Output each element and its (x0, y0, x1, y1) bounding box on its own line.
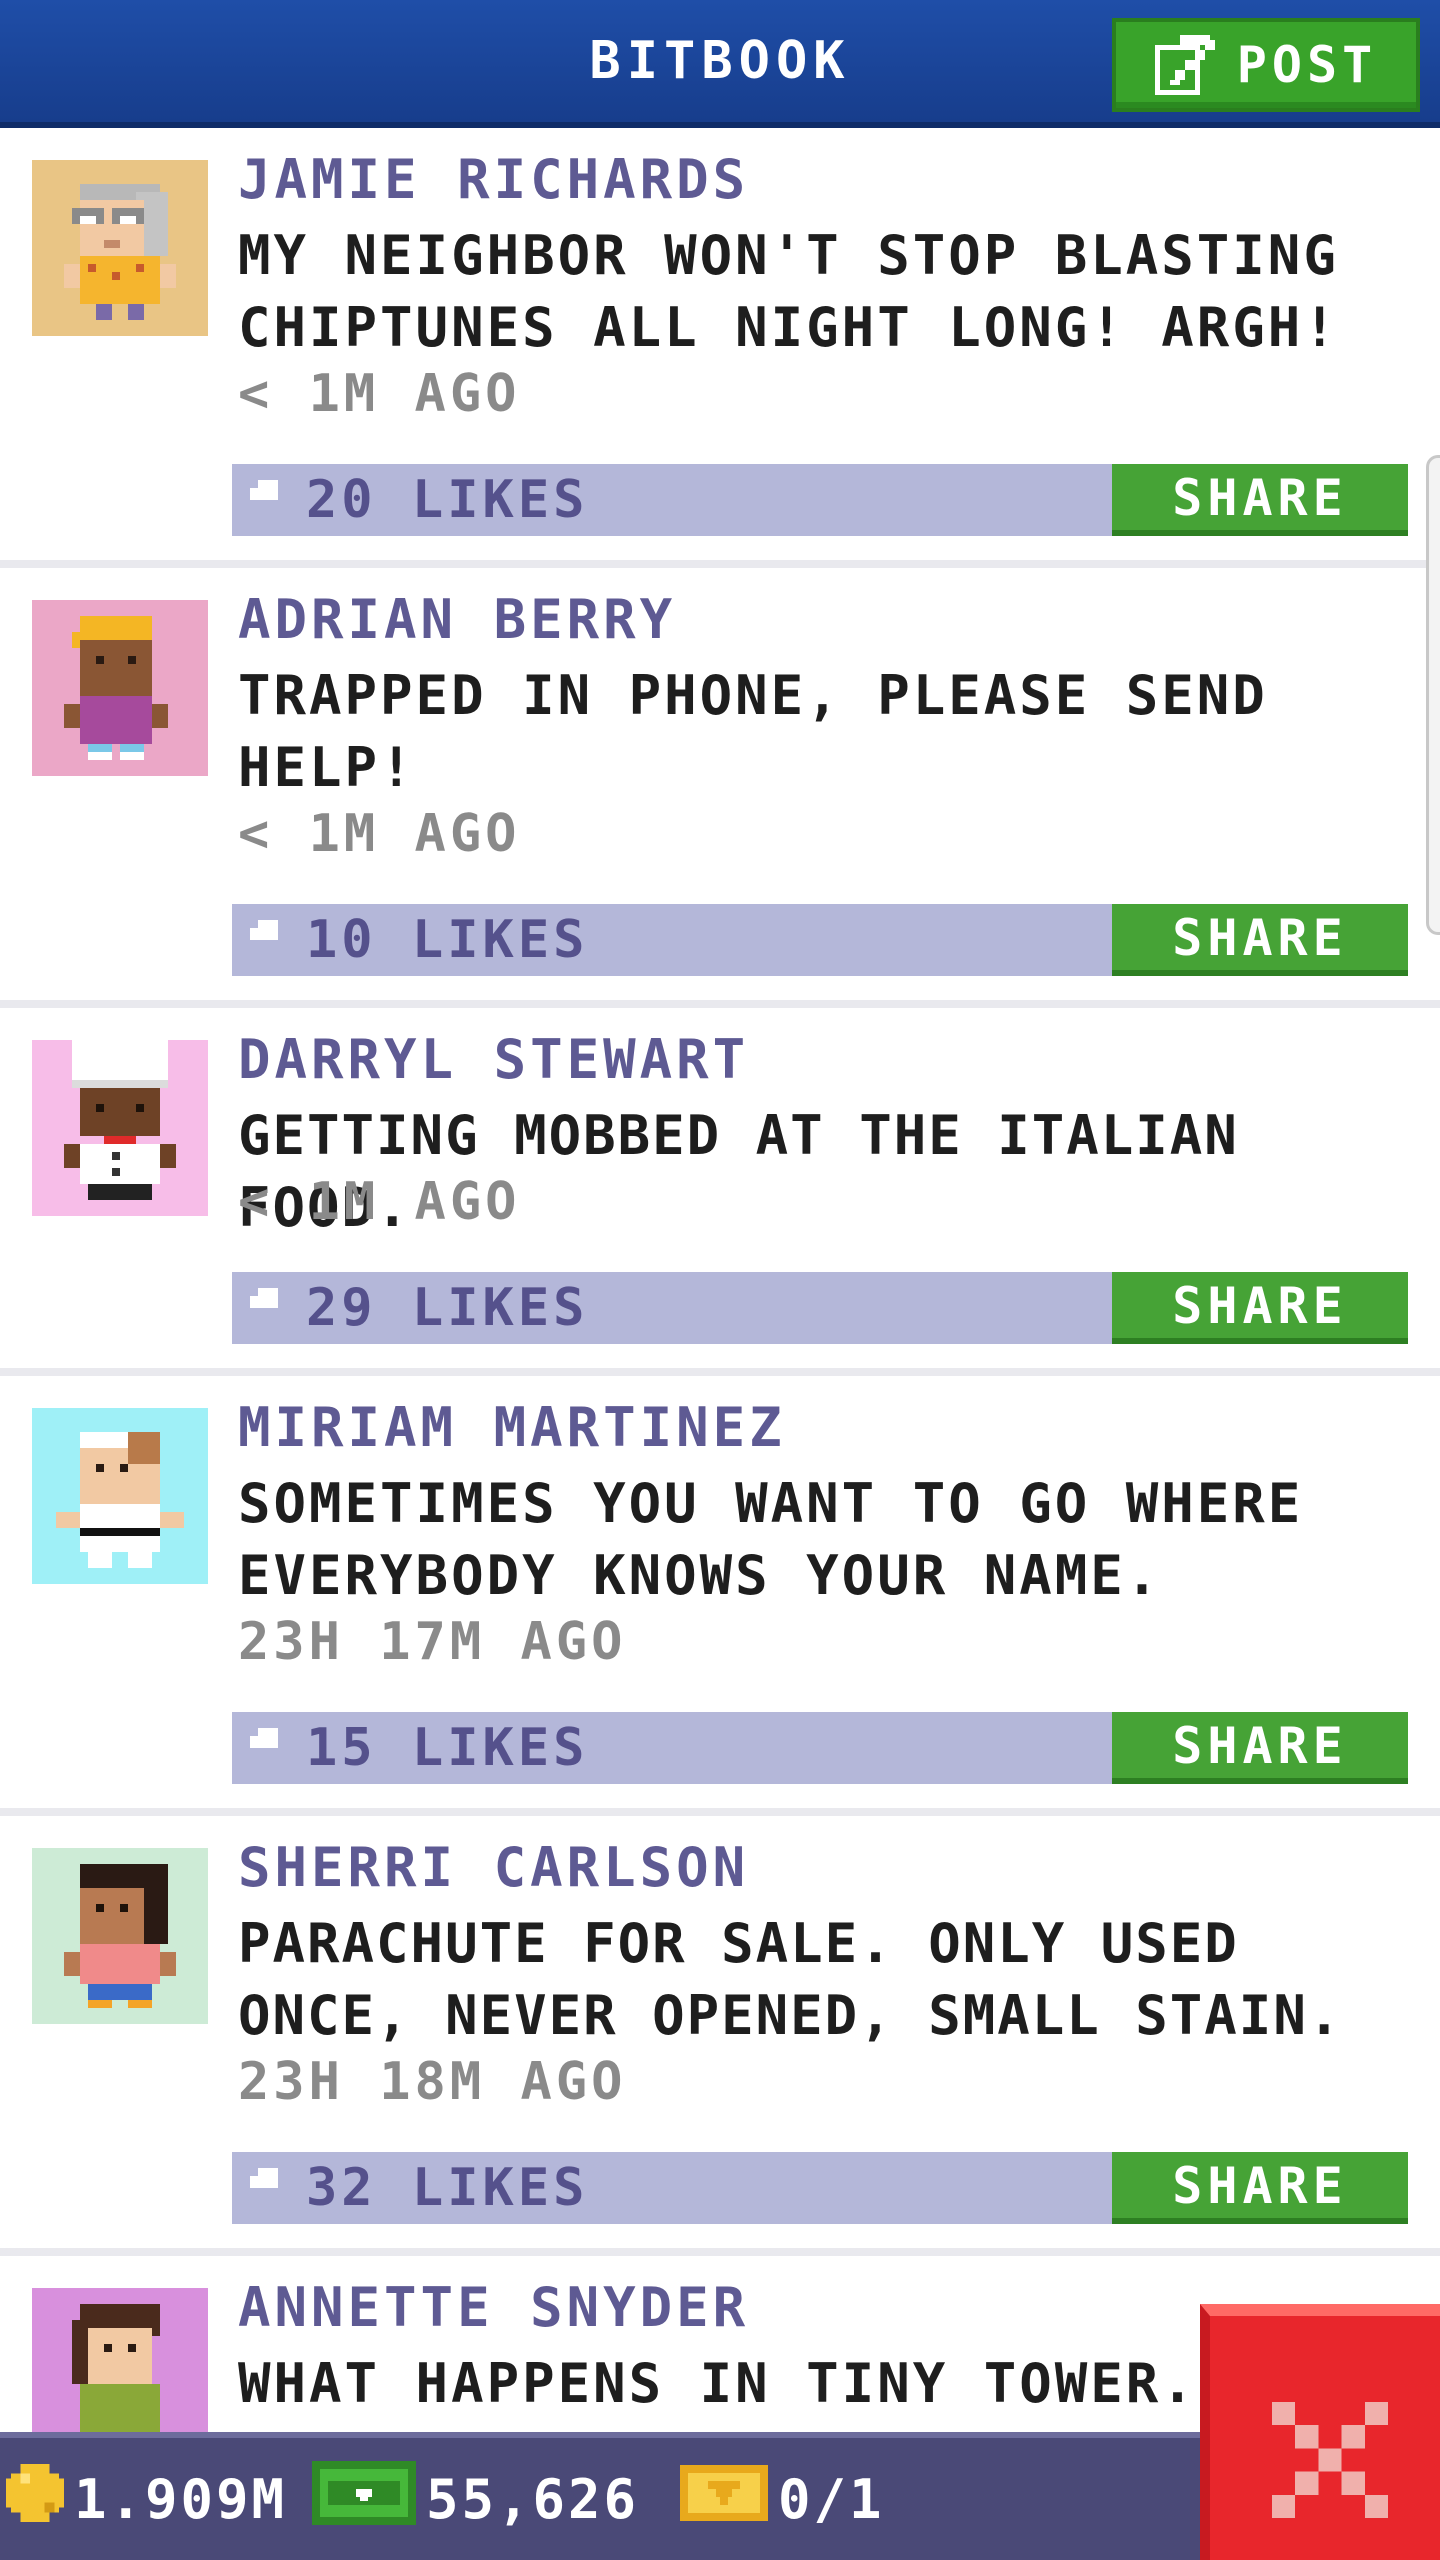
post-author-name: DARRYL STEWART (238, 1028, 750, 1091)
post-timestamp: 23H 18M AGO (238, 2052, 627, 2112)
share-button[interactable]: SHARE (1112, 1272, 1408, 1344)
compose-icon (1154, 35, 1215, 95)
tickets-value: 0/1 (778, 2467, 885, 2531)
post-text: TRAPPED IN PHONE, PLEASE SEND HELP! (238, 664, 1268, 799)
scrollbar[interactable] (1426, 455, 1440, 935)
feed-post: SHERRI CARLSON PARACHUTE FOR SALE. ONLY … (0, 1816, 1440, 2256)
close-icon (1272, 2402, 1388, 2518)
likes-count: 32 LIKES (306, 2158, 589, 2218)
coins-stat: 1.909M (6, 2438, 287, 2560)
feed-post: MIRIAM MARTINEZ SOMETIMES YOU WANT TO GO… (0, 1376, 1440, 1816)
post-author-name: ADRIAN BERRY (238, 588, 677, 651)
post-button[interactable]: POST (1112, 18, 1420, 112)
post-text: SOMETIMES YOU WANT TO GO WHERE EVERYBODY… (238, 1472, 1304, 1607)
post-timestamp: < 1M AGO (238, 804, 521, 864)
post-timestamp: 23H 17M AGO (238, 1612, 627, 1672)
likes-bar: 29 LIKES SHARE (232, 1256, 1408, 1344)
post-timestamp: < 1M AGO (238, 364, 521, 424)
tickets-stat: 0/1 (680, 2438, 885, 2560)
bux-icon (312, 2460, 416, 2538)
thumbs-up-icon[interactable] (246, 2136, 286, 2216)
elderly-woman-avatar-icon[interactable] (32, 160, 208, 336)
post-timestamp: < 1M AGO (238, 1172, 521, 1232)
thumbs-up-icon[interactable] (246, 1696, 286, 1776)
feed-post: DARRYL STEWART GETTING MOBBED AT THE ITA… (0, 1008, 1440, 1376)
post-author-name: ANNETTE SNYDER (238, 2276, 750, 2339)
share-button[interactable]: SHARE (1112, 464, 1408, 536)
likes-bar: 32 LIKES SHARE (232, 2136, 1408, 2224)
thumbs-up-icon[interactable] (246, 888, 286, 968)
post-author-name: JAMIE RICHARDS (238, 148, 750, 211)
likes-count: 15 LIKES (306, 1718, 589, 1778)
share-button[interactable]: SHARE (1112, 2152, 1408, 2224)
likes-count: 10 LIKES (306, 910, 589, 970)
chef-avatar-icon[interactable] (32, 1040, 208, 1216)
likes-count: 20 LIKES (306, 470, 589, 530)
thumbs-up-icon[interactable] (246, 1256, 286, 1336)
post-author-name: MIRIAM MARTINEZ (238, 1396, 786, 1459)
likes-bar: 15 LIKES SHARE (232, 1696, 1408, 1784)
feed-post: JAMIE RICHARDS MY NEIGHBOR WON'T STOP BL… (0, 128, 1440, 568)
close-button[interactable] (1200, 2304, 1440, 2560)
header-bar: BITBOOK POST (0, 0, 1440, 128)
likes-count: 29 LIKES (306, 1278, 589, 1338)
likes-bar: 20 LIKES SHARE (232, 448, 1408, 536)
likes-bar: 10 LIKES SHARE (232, 888, 1408, 976)
bux-value: 55,626 (426, 2467, 640, 2531)
karate-avatar-icon[interactable] (32, 1408, 208, 1584)
post-text: PARACHUTE FOR SALE. ONLY USED ONCE, NEVE… (238, 1912, 1343, 2047)
coins-value: 1.909M (74, 2467, 288, 2531)
thumbs-up-icon[interactable] (246, 448, 286, 528)
boy-avatar-icon[interactable] (32, 600, 208, 776)
feed-list[interactable]: JAMIE RICHARDS MY NEIGHBOR WON'T STOP BL… (0, 128, 1440, 2560)
coin-icon (6, 2463, 64, 2535)
post-button-label: POST (1236, 36, 1378, 94)
share-button[interactable]: SHARE (1112, 904, 1408, 976)
feed-post: ADRIAN BERRY TRAPPED IN PHONE, PLEASE SE… (0, 568, 1440, 1008)
bux-stat: 55,626 (312, 2438, 639, 2560)
woman-avatar-icon[interactable] (32, 1848, 208, 2024)
share-button[interactable]: SHARE (1112, 1712, 1408, 1784)
post-text: MY NEIGHBOR WON'T STOP BLASTING CHIPTUNE… (238, 224, 1339, 359)
golden-ticket-icon (680, 2464, 768, 2535)
bitbook-screen: BITBOOK POST JAMIE RICHARDS MY NEIGHBOR … (0, 0, 1440, 2560)
post-author-name: SHERRI CARLSON (238, 1836, 750, 1899)
